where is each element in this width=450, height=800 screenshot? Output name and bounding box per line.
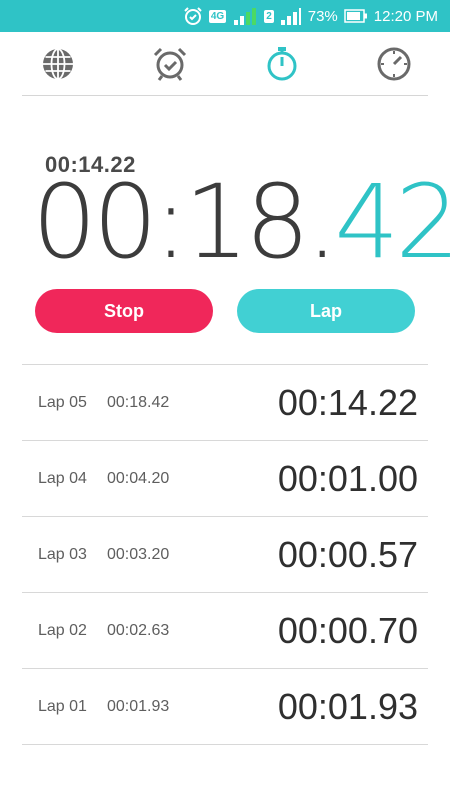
lap-label: Lap 01 — [38, 697, 87, 715]
lap-total-time: 00:04.20 — [107, 469, 170, 487]
lap-label: Lap 03 — [38, 545, 87, 563]
elapsed-time-whole: 00:18. — [32, 163, 338, 282]
lap-row: Lap 02 00:02.63 00:00.70 — [22, 593, 428, 669]
lap-total-time: 00:03.20 — [107, 545, 170, 563]
tab-bar — [22, 32, 428, 96]
tab-stopwatch[interactable] — [260, 42, 304, 86]
tab-timer[interactable] — [372, 42, 416, 86]
network-type-badge: 4G — [208, 9, 227, 23]
elapsed-time-fraction: 42 — [334, 163, 450, 282]
lap-list: Lap 05 00:18.42 00:14.22 Lap 04 00:04.20… — [22, 364, 428, 745]
lap-label: Lap 04 — [38, 469, 87, 487]
lap-label: Lap 02 — [38, 621, 87, 639]
stop-button[interactable]: Stop — [35, 289, 213, 333]
stopwatch-icon — [267, 46, 297, 80]
lap-button[interactable]: Lap — [237, 289, 415, 333]
tab-alarm[interactable] — [148, 42, 192, 86]
lap-split-time: 00:01.93 — [277, 685, 418, 727]
lap-split-time: 00:01.00 — [277, 457, 418, 499]
timer-icon — [377, 47, 411, 80]
battery-icon — [344, 9, 368, 23]
lap-total-time: 00:01.93 — [107, 697, 170, 715]
alarm-icon — [183, 6, 203, 26]
lap-total-time: 00:18.42 — [107, 393, 170, 411]
battery-level: 73% — [307, 7, 338, 25]
lap-split-time: 00:00.70 — [277, 609, 418, 651]
lap-label: Lap 05 — [38, 393, 87, 411]
lap-split-time: 00:14.22 — [277, 381, 418, 423]
signal-icon — [280, 6, 302, 26]
lap-row: Lap 01 00:01.93 00:01.93 — [22, 669, 428, 745]
status-bar: 4G 2 73% 12:20 PM — [0, 0, 450, 32]
sim-badge: 2 — [264, 9, 274, 23]
clock-time: 12:20 PM — [373, 7, 438, 25]
globe-icon — [43, 47, 73, 80]
lap-row: Lap 04 00:04.20 00:01.00 — [22, 441, 428, 517]
lap-row: Lap 03 00:03.20 00:00.57 — [22, 517, 428, 593]
signal-icon — [232, 6, 258, 26]
tab-world-clock[interactable] — [36, 42, 80, 86]
lap-split-time: 00:00.57 — [277, 533, 418, 575]
lap-row: Lap 05 00:18.42 00:14.22 — [22, 365, 428, 441]
alarm-clock-icon — [153, 47, 187, 81]
lap-total-time: 00:02.63 — [107, 621, 170, 639]
elapsed-time: 00:18.42 — [32, 168, 450, 278]
